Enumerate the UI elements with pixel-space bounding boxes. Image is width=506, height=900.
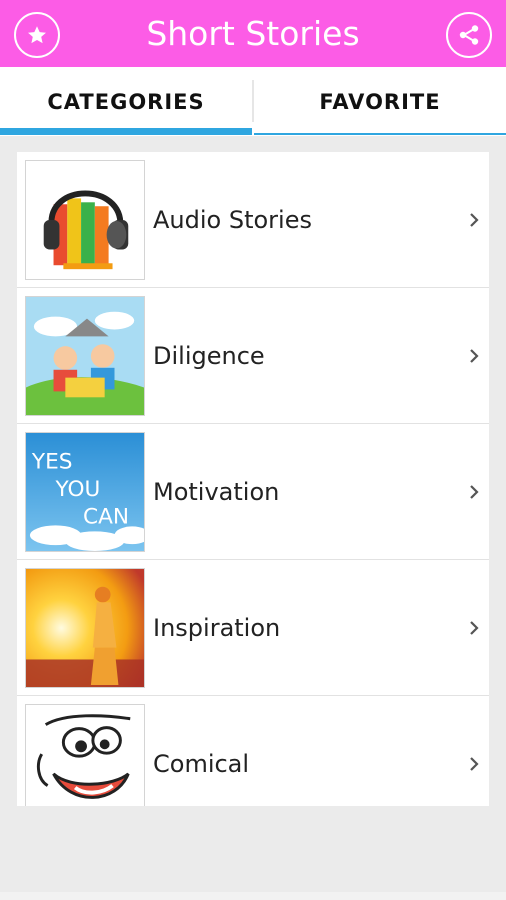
- list-item-inspiration[interactable]: Inspiration: [17, 560, 489, 696]
- cartoon-face-icon: [26, 705, 144, 806]
- motivation-thumbnail: YES YOU CAN: [25, 432, 145, 552]
- kids-reading-icon: [26, 297, 144, 415]
- tab-categories[interactable]: CATEGORIES: [0, 67, 252, 136]
- category-list[interactable]: Audio Stories Diligence YES YOU CAN Moti…: [17, 152, 489, 806]
- category-label: Motivation: [153, 478, 280, 506]
- bottom-edge: [0, 892, 506, 900]
- category-label: Comical: [153, 750, 250, 778]
- list-item-audio-stories[interactable]: Audio Stories: [17, 152, 489, 288]
- app-title: Short Stories: [146, 14, 360, 53]
- chevron-right-icon: [470, 485, 479, 499]
- chevron-right-icon: [470, 213, 479, 227]
- app-header: Short Stories: [0, 0, 506, 67]
- headphones-books-icon: [26, 161, 144, 279]
- sunrise-woman-icon: [26, 569, 144, 687]
- tab-favorite[interactable]: FAVORITE: [254, 67, 506, 136]
- chevron-right-icon: [470, 349, 479, 363]
- inspiration-thumbnail: [25, 568, 145, 688]
- chevron-right-icon: [470, 757, 479, 771]
- tab-underline: [254, 133, 506, 135]
- thumb-text-can: CAN: [83, 504, 129, 529]
- share-icon: [459, 25, 479, 45]
- yes-you-can-icon: YES YOU CAN: [26, 433, 144, 551]
- list-item-motivation[interactable]: YES YOU CAN Motivation: [17, 424, 489, 560]
- category-label: Inspiration: [153, 614, 281, 642]
- thumb-text-yes: YES: [31, 449, 73, 474]
- selected-tab-indicator: [0, 128, 252, 135]
- comical-thumbnail: [25, 704, 145, 806]
- category-label: Diligence: [153, 342, 265, 370]
- thumb-text-you: YOU: [55, 477, 101, 502]
- chevron-right-icon: [470, 621, 479, 635]
- tab-bar: CATEGORIES FAVORITE: [0, 67, 506, 136]
- list-item-diligence[interactable]: Diligence: [17, 288, 489, 424]
- audio-stories-thumbnail: [25, 160, 145, 280]
- list-item-comical[interactable]: Comical: [17, 696, 489, 806]
- share-button[interactable]: [446, 12, 492, 58]
- diligence-thumbnail: [25, 296, 145, 416]
- category-label: Audio Stories: [153, 206, 312, 234]
